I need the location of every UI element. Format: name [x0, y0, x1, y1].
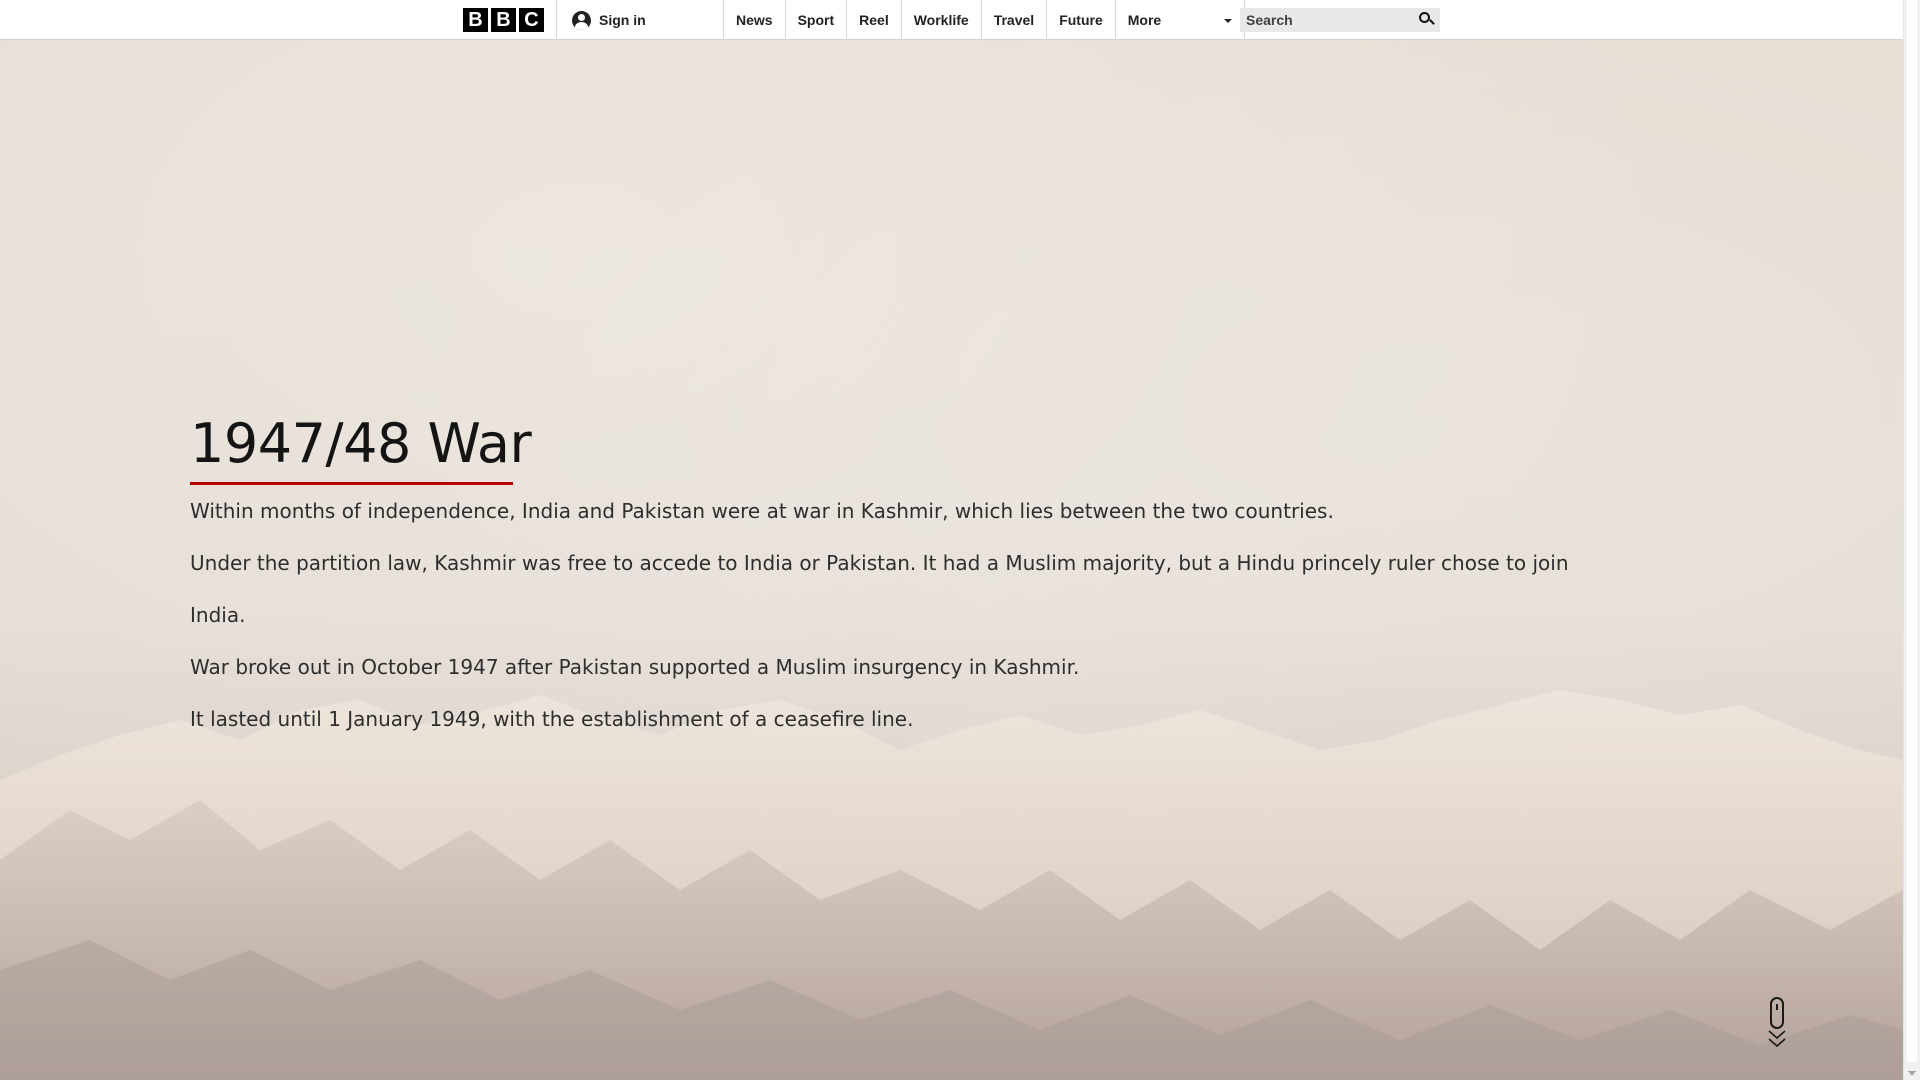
main-nav: News Sport Reel Worklife Travel Future M…	[723, 0, 1245, 40]
nav-item-sport[interactable]: Sport	[784, 0, 847, 40]
nav-item-reel[interactable]: Reel	[846, 0, 901, 40]
bbc-logo-letter: B	[463, 8, 488, 32]
article-paragraph: War broke out in October 1947 after Paki…	[190, 655, 1080, 679]
article-section: 1947/48 War Within months of independenc…	[190, 410, 1610, 745]
article-body: Within months of independence, India and…	[190, 485, 1610, 745]
nav-item-travel[interactable]: Travel	[980, 0, 1046, 40]
nav-item-worklife[interactable]: Worklife	[900, 0, 981, 40]
scrollbar-thumb[interactable]	[1907, 0, 1917, 1062]
user-avatar-icon	[572, 10, 591, 30]
scroll-down-arrow-icon[interactable]	[1908, 1071, 1916, 1076]
divider	[556, 0, 557, 40]
bbc-logo[interactable]: B B C	[463, 8, 544, 32]
nav-item-news[interactable]: News	[723, 0, 785, 40]
bbc-logo-letter: B	[491, 8, 516, 32]
article-paragraph: It lasted until 1 January 1949, with the…	[190, 707, 914, 731]
nav-more-label: More	[1127, 12, 1162, 28]
bbc-logo-letter: C	[519, 8, 544, 32]
search-box	[1240, 8, 1440, 32]
page-scrollbar[interactable]	[1903, 0, 1920, 1080]
top-navigation-bar: B B C Sign in News Sport Reel Worklife T…	[0, 0, 1903, 40]
article-title: 1947/48 War	[190, 412, 532, 475]
nav-more-dropdown[interactable]: More	[1114, 0, 1245, 40]
sign-in-button[interactable]: Sign in	[572, 0, 646, 40]
caret-down-icon	[1223, 19, 1232, 23]
mouse-scroll-icon	[1768, 997, 1786, 1048]
article-paragraph: Within months of independence, India and…	[190, 499, 1334, 523]
nav-item-future[interactable]: Future	[1046, 0, 1115, 40]
sign-in-label: Sign in	[599, 12, 646, 28]
article-paragraph: Under the partition law, Kashmir was fre…	[190, 551, 1569, 627]
search-icon[interactable]	[1419, 12, 1430, 23]
search-input[interactable]	[1240, 8, 1412, 32]
scroll-down-indicator[interactable]	[1766, 997, 1788, 1049]
